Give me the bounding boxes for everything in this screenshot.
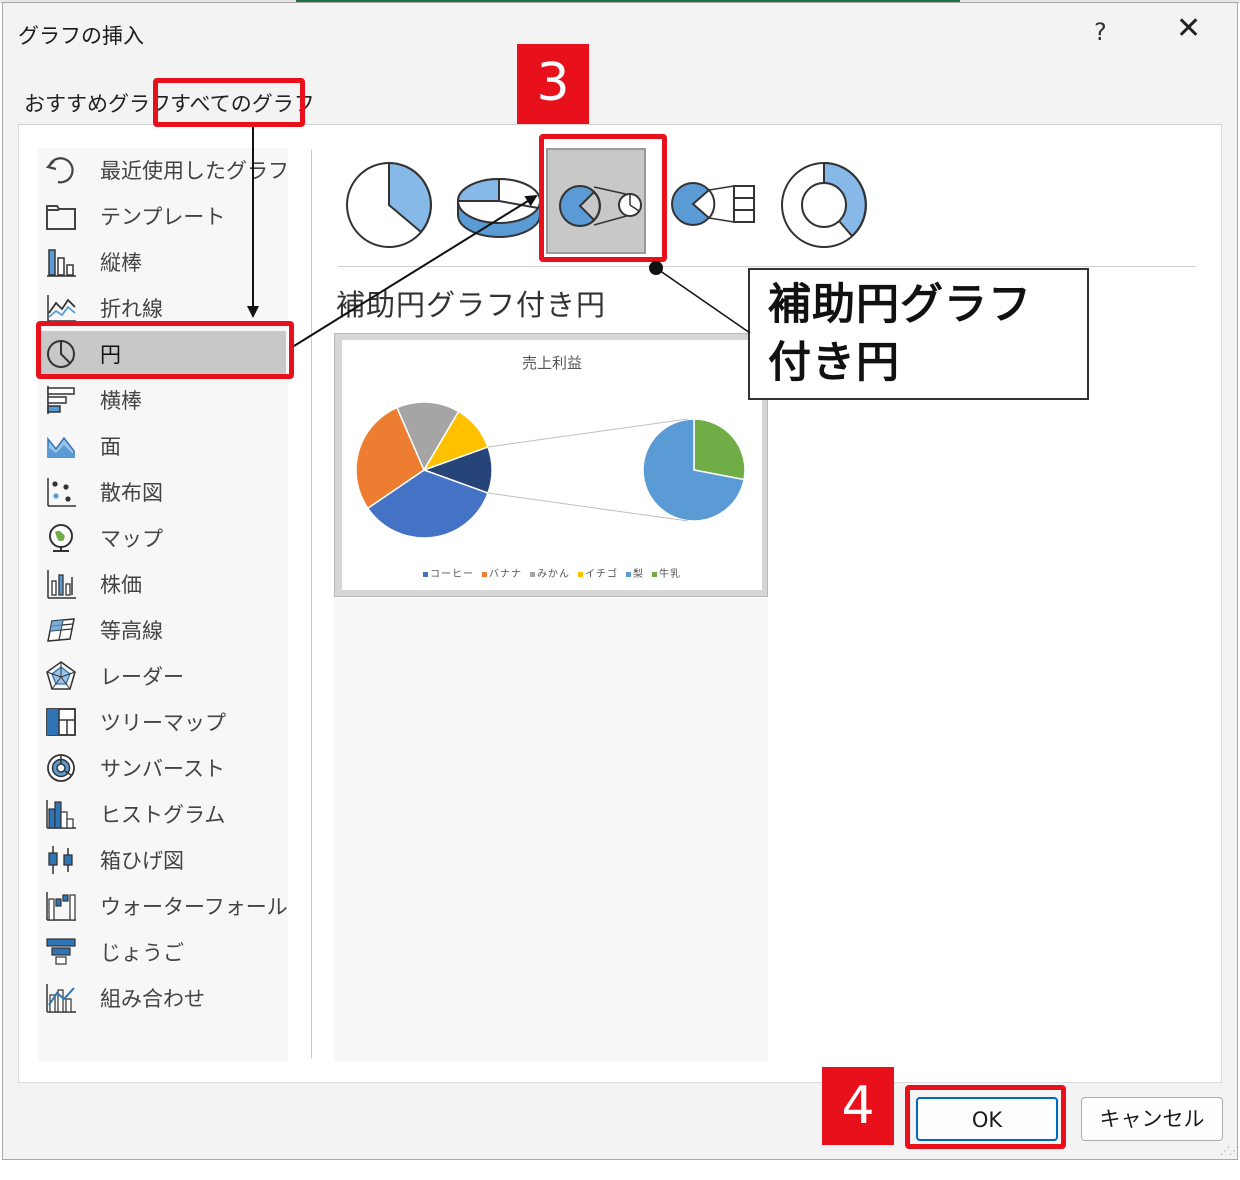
- arrow-pie-to-subtype: [293, 194, 538, 347]
- callout-leader-line: [655, 267, 751, 334]
- annotation-arrows: [247, 127, 751, 347]
